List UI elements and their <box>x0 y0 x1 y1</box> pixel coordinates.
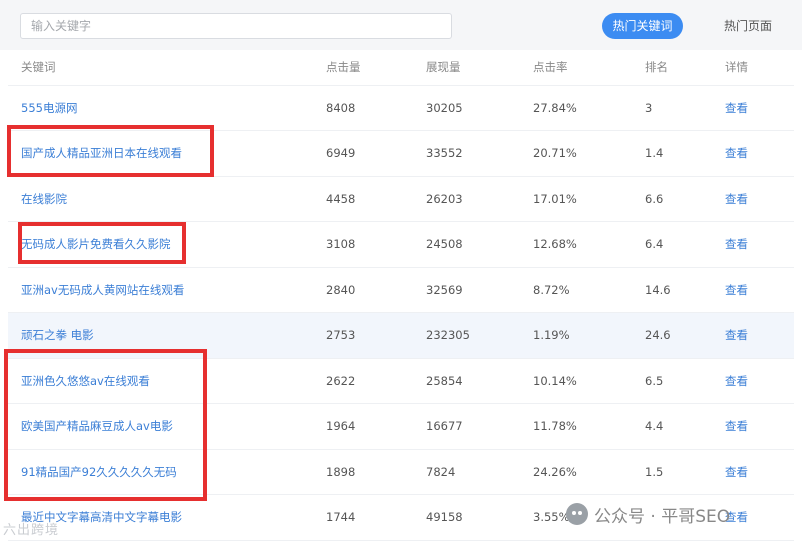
column-header-clicks: 点击量 <box>326 50 426 86</box>
search-input[interactable] <box>20 13 452 39</box>
table-row: 国产成人精品亚洲日本在线观看 6949 33552 20.71% 1.4 查看 <box>8 130 794 177</box>
keyword-table: 关键词 点击量 展现量 点击率 排名 详情 555电源网 8408 30205 … <box>8 50 794 541</box>
table-row: 555电源网 8408 30205 27.84% 3 查看 <box>8 85 794 131</box>
clicks-cell: 2622 <box>326 358 426 404</box>
table-row: 无码成人影片免费看久久影院 3108 24508 12.68% 6.4 查看 <box>8 221 794 268</box>
clicks-cell: 1964 <box>326 403 426 450</box>
keyword-link[interactable]: 亚洲av无码成人黄网站在线观看 <box>21 283 184 297</box>
ctr-cell: 27.84% <box>533 85 645 131</box>
table-row: 亚洲av无码成人黄网站在线观看 2840 32569 8.72% 14.6 查看 <box>8 267 794 313</box>
impressions-cell: 232305 <box>426 312 533 359</box>
impressions-cell: 33552 <box>426 130 533 177</box>
keyword-link[interactable]: 欧美国产精品麻豆成人av电影 <box>21 419 173 433</box>
rank-cell: 6.6 <box>645 176 725 222</box>
rank-cell: 1.4 <box>645 130 725 177</box>
ctr-cell: 17.01% <box>533 176 645 222</box>
impressions-cell: 25854 <box>426 358 533 404</box>
view-details-link[interactable]: 查看 <box>725 465 748 479</box>
watermark-right-text: 公众号 · 平哥SEO <box>594 506 731 527</box>
keyword-link[interactable]: 顽石之拳 电影 <box>21 328 94 342</box>
impressions-cell: 32569 <box>426 267 533 313</box>
ctr-cell: 10.14% <box>533 358 645 404</box>
rank-cell: 3 <box>645 85 725 131</box>
keyword-link[interactable]: 亚洲色久悠悠av在线观看 <box>21 374 150 388</box>
hot-keywords-button[interactable]: 热门关键词 <box>602 13 683 39</box>
view-details-link[interactable]: 查看 <box>725 146 748 160</box>
keyword-link[interactable]: 91精品国产92久久久久久无码 <box>21 465 177 479</box>
ctr-cell: 24.26% <box>533 449 645 495</box>
clicks-cell: 2753 <box>326 312 426 359</box>
hot-pages-tab[interactable]: 热门页面 <box>724 13 772 39</box>
view-details-link[interactable]: 查看 <box>725 192 748 206</box>
column-header-details: 详情 <box>725 50 794 86</box>
clicks-cell: 1898 <box>326 449 426 495</box>
keyword-link[interactable]: 555电源网 <box>21 101 77 115</box>
watermark-left: 六出跨境 <box>3 523 60 538</box>
column-header-keyword: 关键词 <box>8 50 326 86</box>
ctr-cell: 11.78% <box>533 403 645 450</box>
view-details-link[interactable]: 查看 <box>725 237 748 251</box>
keyword-link[interactable]: 国产成人精品亚洲日本在线观看 <box>21 146 182 160</box>
rank-cell: 6.5 <box>645 358 725 404</box>
column-header-impressions: 展现量 <box>426 50 533 86</box>
table-row: 在线影院 4458 26203 17.01% 6.6 查看 <box>8 176 794 222</box>
clicks-cell: 3108 <box>326 221 426 268</box>
rank-cell: 4.4 <box>645 403 725 450</box>
clicks-cell: 4458 <box>326 176 426 222</box>
ctr-cell: 20.71% <box>533 130 645 177</box>
table-row-highlighted: 顽石之拳 电影 2753 232305 1.19% 24.6 查看 <box>8 312 794 359</box>
rank-cell: 1.5 <box>645 449 725 495</box>
table-header-row: 关键词 点击量 展现量 点击率 排名 详情 <box>8 50 794 86</box>
column-header-ctr: 点击率 <box>533 50 645 86</box>
table-row: 亚洲色久悠悠av在线观看 2622 25854 10.14% 6.5 查看 <box>8 358 794 404</box>
clicks-cell: 1744 <box>326 494 426 541</box>
view-details-link[interactable]: 查看 <box>725 374 748 388</box>
impressions-cell: 30205 <box>426 85 533 131</box>
ctr-cell: 8.72% <box>533 267 645 313</box>
clicks-cell: 2840 <box>326 267 426 313</box>
rank-cell: 14.6 <box>645 267 725 313</box>
view-details-link[interactable]: 查看 <box>725 328 748 342</box>
impressions-cell: 49158 <box>426 494 533 541</box>
watermark-right: 公众号 · 平哥SEO <box>566 500 730 528</box>
column-header-rank: 排名 <box>645 50 725 86</box>
impressions-cell: 16677 <box>426 403 533 450</box>
clicks-cell: 8408 <box>326 85 426 131</box>
view-details-link[interactable]: 查看 <box>725 101 748 115</box>
table-row: 欧美国产精品麻豆成人av电影 1964 16677 11.78% 4.4 查看 <box>8 403 794 450</box>
table-row: 91精品国产92久久久久久无码 1898 7824 24.26% 1.5 查看 <box>8 449 794 495</box>
rank-cell: 6.4 <box>645 221 725 268</box>
toolbar: 热门关键词 热门页面 <box>0 0 802 50</box>
view-details-link[interactable]: 查看 <box>725 283 748 297</box>
clicks-cell: 6949 <box>326 130 426 177</box>
view-details-link[interactable]: 查看 <box>725 419 748 433</box>
keyword-link[interactable]: 在线影院 <box>21 192 67 206</box>
impressions-cell: 7824 <box>426 449 533 495</box>
keyword-link[interactable]: 无码成人影片免费看久久影院 <box>21 237 171 251</box>
ctr-cell: 1.19% <box>533 312 645 359</box>
rank-cell: 24.6 <box>645 312 725 359</box>
impressions-cell: 24508 <box>426 221 533 268</box>
impressions-cell: 26203 <box>426 176 533 222</box>
wechat-icon <box>566 503 588 525</box>
ctr-cell: 12.68% <box>533 221 645 268</box>
